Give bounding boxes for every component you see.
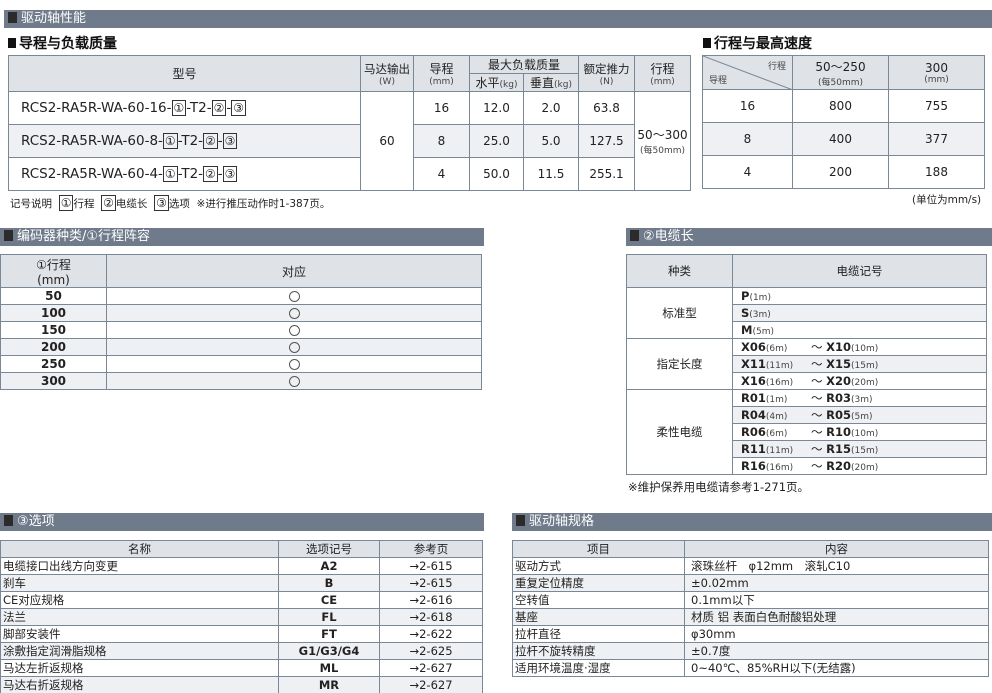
stroke-range: 50～300 (每50mm) (634, 91, 692, 191)
square-icon (8, 12, 17, 23)
cable-type-specified: 指定长度 (626, 338, 733, 390)
table-row: 马达左折返规格 ML →2-627 (0, 659, 483, 677)
table-row: 拉杆不旋转精度 ±0.7度 (512, 642, 989, 660)
section-header-cable: ②电缆长 (626, 228, 992, 246)
table-row: 空转值 0.1mm以下 (512, 591, 989, 609)
header-model: 型号 (8, 55, 361, 92)
performance-table: 型号 马达输出 (W) 导程 (mm) 最大负载质量 额定推力 (N) 行程 (mm) … (8, 55, 692, 191)
header-max-load: 最大负载质量 (468, 55, 580, 74)
table-row: 法兰 FL →2-618 (0, 608, 483, 626)
circle-icon (288, 342, 300, 353)
model-code: RCS2-RA5R-WA-60-8- ① -T2- ② - ③ (8, 124, 361, 158)
model-code: RCS2-RA5R-WA-60-16- ① -T2- ② - ③ (8, 91, 361, 125)
header-vertical: 垂直(kg) (522, 73, 580, 92)
header-thrust: 额定推力 (N) (578, 55, 636, 92)
circle-icon (288, 376, 300, 387)
table-row: 涂敷指定润滑脂规格 G1/G3/G4 →2-625 (0, 642, 483, 660)
header-support: 对应 (106, 254, 482, 288)
table-row: 300 (0, 372, 482, 390)
table-row: 4 200 188 (702, 155, 985, 189)
header-horizontal: 水平(kg) (469, 73, 524, 92)
table-row: 刹车 B →2-615 (0, 574, 483, 592)
table-row: 重复定位精度 ±0.02mm (512, 574, 989, 592)
options-table: 名称 选项记号 参考页 电缆接口出线方向变更 A2 →2-615 刹车 B →2-615… (0, 540, 483, 693)
header-stroke: 行程 (mm) (634, 55, 692, 92)
square-icon (4, 515, 13, 526)
header-cable-code: 电缆记号 (732, 254, 987, 288)
square-icon (8, 38, 16, 48)
table-row: 马达右折返规格 MR →2-627 (0, 676, 483, 693)
header-stroke: ①行程 (mm) (0, 254, 107, 288)
table-row: RCS2-RA5R-WA-60-4- ① -T2- ② - ③ 4 50.0 11.5 2… (8, 157, 691, 191)
header-lead: 导程 (mm) (413, 55, 470, 92)
model-code: RCS2-RA5R-WA-60-4- ① -T2- ② - ③ (8, 157, 361, 191)
cable-type-flex: 柔性电缆 (626, 389, 733, 475)
square-icon (703, 38, 711, 48)
section-header-options: ③选项 (0, 513, 484, 531)
table-row: RCS2-RA5R-WA-60-16- ① -T2- ② - ③ 60 16 12.0 2… (8, 91, 692, 191)
section-header-performance: 驱动轴性能 (4, 10, 992, 28)
table-row: 150 (0, 321, 482, 339)
table-row: 拉杆直径 φ30mm (512, 625, 989, 643)
subtitle-lead-load: 导程与负载质量 (8, 33, 117, 53)
motor-output: 60 (360, 91, 414, 191)
cable-table: 种类 电缆记号 标准型 P(1m) S(3m) M(5m) 指定长度 X06(6… (626, 254, 987, 475)
table-row: 200 (0, 338, 482, 356)
cable-type-standard: 标准型 (626, 287, 733, 339)
table-row: CE对应规格 CE →2-616 (0, 591, 483, 609)
legend: 记号说明 ① 行程 ② 电缆长 ③ 选项 ※进行推压动作时1-387页。 (10, 195, 331, 211)
header-type: 种类 (626, 254, 733, 288)
specs-table: 项目 内容 驱动方式 滚珠丝杆 φ12mm 滚轧C10 重复定位精度 ±0.02mm… (512, 540, 989, 677)
square-icon (630, 230, 639, 241)
cable-note: ※维护保养用电缆请参考1-271页。 (628, 480, 810, 494)
section-header-encoder: 编码器种类/①行程阵容 (0, 228, 484, 246)
speed-table: 行程 导程 50～250 (每50mm) 300 (mm) 16 800 755 8 40… (702, 55, 985, 189)
header-motor: 马达输出 (W) (360, 55, 414, 92)
header-300: 300 (mm) (888, 55, 985, 90)
table-row: 适用环境温度·湿度 0~40℃、85%RH以下(无结露) (512, 659, 989, 677)
table-row: 50 (0, 287, 482, 305)
circle-icon (288, 308, 300, 319)
table-row: 驱动方式 滚珠丝杆 φ12mm 滚轧C10 (512, 557, 989, 575)
table-row: 基座 材质 铝 表面白色耐酸铝处理 (512, 608, 989, 626)
table-row: RCS2-RA5R-WA-60-8- ① -T2- ② - ③ 8 25.0 5.0 12… (8, 124, 691, 158)
speed-unit: (单位为mm/s) (912, 194, 982, 206)
square-icon (4, 230, 13, 241)
diagonal-header: 行程 导程 (702, 55, 793, 90)
table-row: 100 (0, 304, 482, 322)
table-row: 16 800 755 (702, 89, 985, 123)
subtitle-stroke-speed: 行程与最高速度 (703, 33, 812, 53)
square-icon (516, 515, 525, 526)
section-header-specs: 驱动轴规格 (512, 513, 992, 531)
section-title: 驱动轴性能 (21, 11, 87, 26)
circle-icon (288, 325, 300, 336)
stroke-table: ①行程 (mm) 对应 50 100 150 200 250 300 (0, 254, 482, 390)
table-row: 250 (0, 355, 482, 373)
table-row: 脚部安装件 FT →2-622 (0, 625, 483, 643)
circle-icon (288, 359, 300, 370)
table-row: 8 400 377 (702, 122, 985, 156)
header-50-250: 50～250 (每50mm) (792, 55, 889, 90)
table-row: 电缆接口出线方向变更 A2 →2-615 (0, 557, 483, 575)
circle-icon (288, 291, 300, 302)
